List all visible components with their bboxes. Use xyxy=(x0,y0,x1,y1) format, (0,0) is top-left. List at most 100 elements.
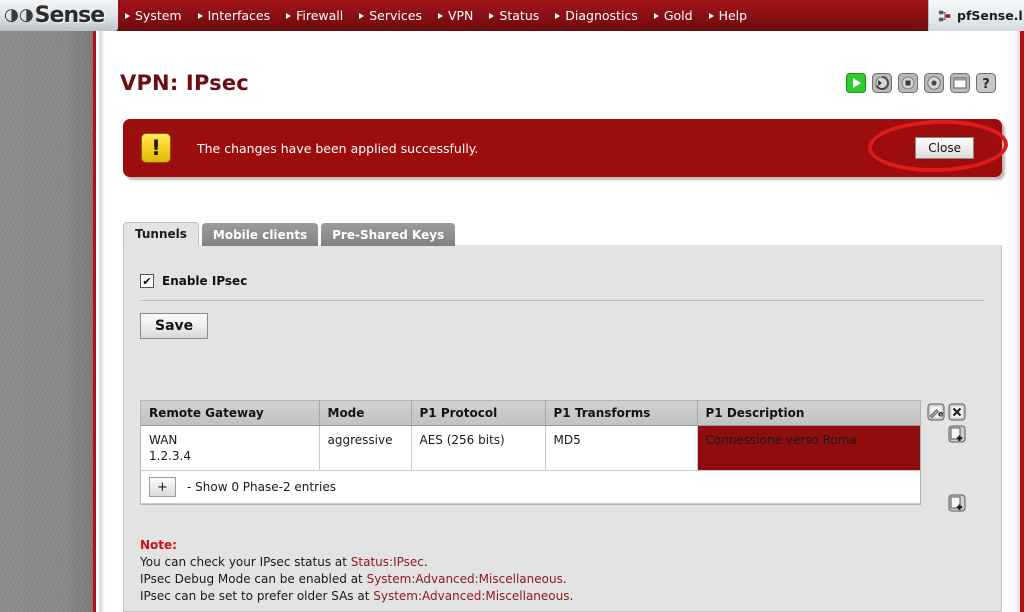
chevron-right-icon xyxy=(197,12,203,19)
nav-item-firewall[interactable]: Firewall xyxy=(283,8,356,23)
col-p1-description: P1 Description xyxy=(697,401,920,426)
nav-label: Status xyxy=(499,8,540,23)
help-icon[interactable]: ? xyxy=(976,73,996,93)
log-window-icon[interactable] xyxy=(950,73,970,93)
nav-label: Interfaces xyxy=(207,8,271,23)
gateway-interface: WAN xyxy=(149,433,178,447)
note-line-2-post: . xyxy=(562,572,567,587)
advanced-misc-link-sas[interactable]: System:Advanced:Miscellaneous xyxy=(373,589,569,603)
enable-ipsec-label: Enable IPsec xyxy=(162,274,248,288)
nav-items: System Interfaces Firewall Services VPN xyxy=(108,0,928,31)
note-heading: Note: xyxy=(140,538,177,552)
tunnels-panel: ✔ Enable IPsec Save Remote Gateway Mode … xyxy=(123,245,1002,612)
nav-label: Firewall xyxy=(296,8,344,23)
pfsense-favicon-icon xyxy=(938,10,951,21)
nav-label: Diagnostics xyxy=(565,8,638,23)
col-mode: Mode xyxy=(319,401,412,426)
chevron-right-icon xyxy=(286,12,292,19)
col-remote-gateway: Remote Gateway xyxy=(141,401,320,426)
cell-p1-description: Connessione verso Roma xyxy=(697,425,920,472)
screen-root: System Interfaces Firewall Services VPN xyxy=(0,0,1024,612)
cell-remote-gateway: WAN 1.2.3.4 xyxy=(141,425,320,472)
chevron-right-icon xyxy=(555,12,561,19)
start-service-icon[interactable] xyxy=(846,73,866,93)
svg-text:?: ? xyxy=(982,77,990,92)
cell-p1-transforms: MD5 xyxy=(545,425,698,472)
tab-pre-shared-keys[interactable]: Pre-Shared Keys xyxy=(321,223,456,246)
row-action-icons: e xyxy=(927,403,973,443)
phase2-cell: + - Show 0 Phase-2 entries xyxy=(141,470,920,505)
nav-item-diagnostics[interactable]: Diagnostics xyxy=(552,8,651,23)
tunnels-table-wrapper: Remote Gateway Mode P1 Protocol P1 Trans… xyxy=(140,400,921,506)
advanced-misc-link-debug[interactable]: System:Advanced:Miscellaneous xyxy=(367,572,563,586)
nav-label: System xyxy=(135,8,182,23)
note-line-2: IPsec Debug Mode can be enabled at Syste… xyxy=(140,571,573,588)
nav-label: Help xyxy=(718,8,748,23)
nav-item-help[interactable]: Help xyxy=(706,8,761,23)
note-line-3-post: . xyxy=(569,589,574,604)
delete-tunnel-icon[interactable] xyxy=(948,403,966,421)
right-accent-border xyxy=(1020,31,1024,612)
chevron-right-icon xyxy=(359,12,365,19)
col-p1-protocol: P1 Protocol xyxy=(411,401,546,426)
nav-item-interfaces[interactable]: Interfaces xyxy=(195,8,283,23)
service-control-icons: ? xyxy=(846,73,996,93)
nav-label: VPN xyxy=(447,8,474,23)
nav-item-vpn[interactable]: VPN xyxy=(435,8,486,23)
browser-chrome: System Interfaces Firewall Services VPN xyxy=(0,0,1024,32)
note-line-1-post: . xyxy=(423,555,428,570)
stop-service-icon[interactable] xyxy=(898,73,918,93)
tab-tunnels[interactable]: Tunnels xyxy=(123,222,199,246)
enable-ipsec-row: ✔ Enable IPsec xyxy=(140,274,247,288)
tab-bar: Tunnels Mobile clients Pre-Shared Keys xyxy=(123,222,456,246)
cell-p1-protocol: AES (256 bits) xyxy=(411,425,546,472)
note-line-1: You can check your IPsec status at Statu… xyxy=(140,554,573,571)
alert-banner: ! The changes have been applied successf… xyxy=(123,119,1002,177)
nav-label: Services xyxy=(369,8,422,23)
chevron-right-icon xyxy=(437,12,443,19)
svg-text:e: e xyxy=(938,410,944,419)
chevron-right-icon xyxy=(125,12,130,19)
divider xyxy=(140,300,985,301)
browser-tab[interactable]: pfSense.l xyxy=(928,0,1024,31)
nav-item-gold[interactable]: Gold xyxy=(651,8,706,23)
nav-item-system[interactable]: System xyxy=(122,8,195,23)
add-tunnel-icon[interactable] xyxy=(948,494,966,512)
left-sidebar xyxy=(0,31,96,612)
page-title: VPN: IPsec xyxy=(120,71,249,95)
pfsense-rings-icon: ◑◑ xyxy=(4,5,34,25)
browser-tab-title: pfSense.l xyxy=(957,8,1023,23)
enable-ipsec-checkbox[interactable]: ✔ xyxy=(140,274,154,288)
content-area: VPN: IPsec ? ! The changes have been app… xyxy=(105,31,1014,612)
edit-tunnel-icon[interactable]: e xyxy=(927,403,945,421)
pfsense-logo[interactable]: ◑◑ Sense xyxy=(0,0,118,31)
cell-mode: aggressive xyxy=(319,425,412,472)
nav-item-status[interactable]: Status xyxy=(486,8,552,23)
add-tunnel-container xyxy=(948,494,966,512)
expand-phase2-button[interactable]: + xyxy=(149,477,176,498)
main-navigation-bar: System Interfaces Firewall Services VPN xyxy=(108,0,928,31)
service-status-icon[interactable] xyxy=(924,73,944,93)
nav-label: Gold xyxy=(663,8,693,23)
save-button[interactable]: Save xyxy=(140,313,209,339)
warning-exclamation-icon: ! xyxy=(141,133,171,163)
note-line-1-pre: You can check your IPsec status at xyxy=(140,555,351,570)
restart-service-icon[interactable] xyxy=(872,73,892,93)
note-line-2-pre: IPsec Debug Mode can be enabled at xyxy=(140,572,367,587)
nav-item-services[interactable]: Services xyxy=(356,8,435,23)
chevron-right-icon xyxy=(708,12,714,19)
tunnels-table: Remote Gateway Mode P1 Protocol P1 Trans… xyxy=(141,401,920,505)
table-row[interactable]: WAN 1.2.3.4 aggressive AES (256 bits) MD… xyxy=(141,425,920,472)
add-phase2-icon[interactable] xyxy=(948,425,966,443)
tab-mobile-clients[interactable]: Mobile clients xyxy=(201,223,319,246)
note-block: Note: You can check your IPsec status at… xyxy=(140,537,573,605)
alert-message: The changes have been applied successful… xyxy=(197,140,479,156)
page-body: VPN: IPsec ? ! The changes have been app… xyxy=(0,31,1024,612)
chevron-right-icon xyxy=(653,12,659,19)
close-button[interactable]: Close xyxy=(915,137,974,159)
phase2-row: + - Show 0 Phase-2 entries xyxy=(141,470,920,505)
chevron-right-icon xyxy=(489,12,495,19)
phase2-label: - Show 0 Phase-2 entries xyxy=(187,480,336,495)
logo-wordmark: Sense xyxy=(34,3,105,28)
status-ipsec-link[interactable]: Status:IPsec xyxy=(351,555,424,569)
